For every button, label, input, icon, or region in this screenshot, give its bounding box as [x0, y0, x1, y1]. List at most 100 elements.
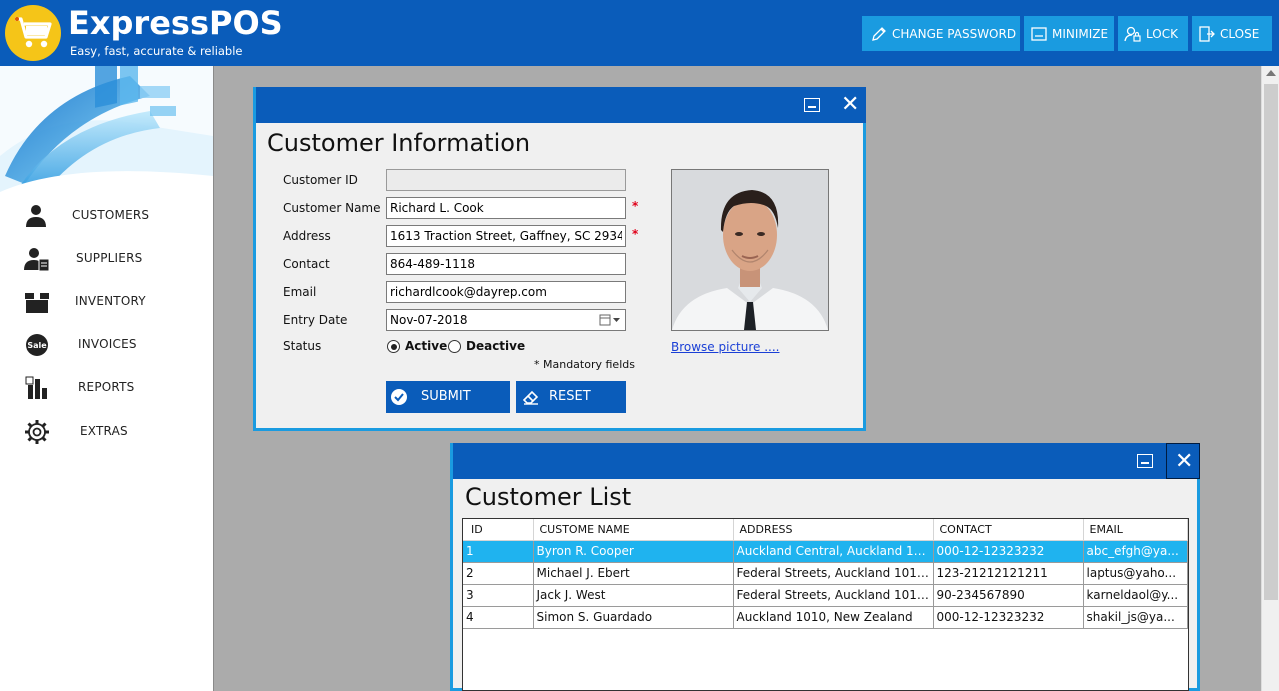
submit-button[interactable]: SUBMIT — [386, 381, 510, 413]
cell-email: karneldaol@y... — [1083, 584, 1188, 607]
minimize-button[interactable]: MINIMIZE — [1024, 16, 1114, 51]
status-deactive-radio[interactable] — [448, 340, 461, 353]
check-circle-icon — [391, 389, 407, 405]
cell-email: shakil_js@ya... — [1083, 606, 1188, 629]
close-app-button[interactable]: CLOSE — [1192, 16, 1272, 51]
column-header-address[interactable]: ADDRESS — [733, 519, 934, 541]
minimize-label: MINIMIZE — [1052, 26, 1109, 41]
column-header-contact[interactable]: CONTACT — [933, 519, 1084, 541]
entry-date-value: Nov-07-2018 — [390, 313, 468, 327]
cell-name: Michael J. Ebert — [533, 562, 734, 585]
form-title: Customer Information — [267, 129, 531, 157]
status-active-radio[interactable] — [387, 340, 400, 353]
exit-door-icon — [1199, 25, 1215, 42]
scroll-up-arrow-icon[interactable] — [1266, 70, 1276, 76]
column-header-name[interactable]: CUSTOME NAME — [533, 519, 734, 541]
calendar-dropdown-icon[interactable] — [599, 314, 621, 326]
sidebar-item-inventory[interactable]: INVENTORY — [0, 281, 213, 321]
main-scrollbar[interactable] — [1261, 66, 1279, 691]
reset-button[interactable]: RESET — [516, 381, 626, 413]
customer-name-field[interactable] — [386, 197, 626, 219]
sidebar-item-label: INVENTORY — [75, 294, 146, 308]
window-titlebar — [453, 443, 1200, 479]
status-deactive-label[interactable]: Deactive — [466, 339, 525, 353]
sidebar-item-extras[interactable]: EXTRAS — [0, 411, 213, 451]
window-close-icon[interactable]: ✕ — [841, 94, 859, 116]
cell-id: 3 — [463, 584, 534, 607]
gear-icon — [25, 420, 49, 444]
sidebar-item-label: SUPPLIERS — [76, 251, 143, 265]
browse-picture-link[interactable]: Browse picture .... — [671, 340, 780, 354]
table-row[interactable]: 2 Michael J. Ebert Federal Streets, Auck… — [463, 562, 1188, 585]
pen-icon — [872, 26, 886, 41]
cell-id: 2 — [463, 562, 534, 585]
lock-user-icon — [1124, 26, 1141, 42]
eraser-icon — [522, 390, 539, 405]
app-header: ExpressPOS Easy, fast, accurate & reliab… — [0, 0, 1279, 66]
sidebar-item-customers[interactable]: CUSTOMERS — [0, 195, 213, 235]
cell-address: Federal Streets, Auckland 1010... — [733, 562, 934, 585]
sale-badge-icon: Sale — [26, 334, 48, 356]
sidebar-item-invoices[interactable]: Sale INVOICES — [0, 324, 213, 364]
cell-address: Auckland 1010, New Zealand — [733, 606, 934, 629]
lock-button[interactable]: LOCK — [1118, 16, 1188, 51]
address-field[interactable] — [386, 225, 626, 247]
table-row[interactable]: 1 Byron R. Cooper Auckland Central, Auck… — [463, 540, 1188, 563]
column-header-id[interactable]: ID — [463, 519, 534, 541]
sidebar-item-label: EXTRAS — [80, 424, 128, 438]
cell-name: Jack J. West — [533, 584, 734, 607]
email-field[interactable] — [386, 281, 626, 303]
window-close-button[interactable]: ✕ — [1166, 443, 1200, 479]
change-password-label: CHANGE PASSWORD — [892, 26, 1017, 41]
sidebar-item-label: INVOICES — [78, 337, 137, 351]
customer-name-label: Customer Name — [283, 201, 381, 215]
lock-label: LOCK — [1146, 26, 1178, 41]
status-active-label[interactable]: Active — [405, 339, 447, 353]
entry-date-picker[interactable]: Nov-07-2018 — [386, 309, 626, 331]
sidebar-item-suppliers[interactable]: SUPPLIERS — [0, 238, 213, 278]
email-label: Email — [283, 285, 317, 299]
cell-contact: 123-21212121211 — [933, 562, 1084, 585]
customer-grid[interactable]: ID CUSTOME NAME ADDRESS CONTACT EMAIL 1 … — [462, 518, 1189, 691]
window-minimize-icon[interactable] — [1137, 454, 1153, 468]
cell-name: Simon S. Guardado — [533, 606, 734, 629]
customer-info-window: ✕ Customer Information Customer ID Custo… — [253, 87, 866, 431]
reset-label: RESET — [549, 389, 591, 404]
app-title: ExpressPOS — [68, 4, 283, 42]
bar-chart-icon — [25, 376, 47, 399]
cell-contact: 000-12-12323232 — [933, 606, 1084, 629]
status-label: Status — [283, 339, 322, 353]
window-minimize-icon[interactable] — [804, 98, 820, 112]
customer-photo — [671, 169, 829, 331]
table-row[interactable]: 4 Simon S. Guardado Auckland 1010, New Z… — [463, 606, 1188, 629]
cell-contact: 000-12-12323232 — [933, 540, 1084, 563]
sidebar-item-reports[interactable]: REPORTS — [0, 367, 213, 407]
close-app-label: CLOSE — [1220, 26, 1260, 41]
table-row[interactable]: 3 Jack J. West Federal Streets, Auckland… — [463, 584, 1188, 607]
required-mark: * — [632, 227, 639, 241]
cell-address: Federal Streets, Auckland 1010... — [733, 584, 934, 607]
mandatory-note: * Mandatory fields — [534, 358, 635, 371]
change-password-button[interactable]: CHANGE PASSWORD — [862, 16, 1020, 51]
user-icon — [26, 205, 46, 227]
customer-id-field[interactable] — [386, 169, 626, 191]
cell-address: Auckland Central, Auckland 10... — [733, 540, 934, 563]
window-titlebar — [256, 87, 866, 123]
contact-field[interactable] — [386, 253, 626, 275]
window-close-icon[interactable]: ✕ — [1175, 451, 1193, 473]
customer-id-label: Customer ID — [283, 173, 358, 187]
customer-list-window: ✕ Customer List ID CUSTOME NAME ADDRESS … — [450, 443, 1200, 691]
box-icon — [25, 293, 49, 313]
sidebar-item-label: REPORTS — [78, 380, 135, 394]
cell-contact: 90-234567890 — [933, 584, 1084, 607]
grid-header-row: ID CUSTOME NAME ADDRESS CONTACT EMAIL — [463, 519, 1188, 541]
svg-text:Sale: Sale — [27, 341, 47, 350]
address-label: Address — [283, 229, 331, 243]
scrollbar-thumb[interactable] — [1264, 84, 1278, 600]
column-header-email[interactable]: EMAIL — [1083, 519, 1188, 541]
required-mark: * — [632, 199, 639, 213]
supplier-icon — [24, 248, 50, 272]
sidebar-banner-image — [0, 66, 213, 192]
entry-date-label: Entry Date — [283, 313, 348, 327]
cell-id: 4 — [463, 606, 534, 629]
